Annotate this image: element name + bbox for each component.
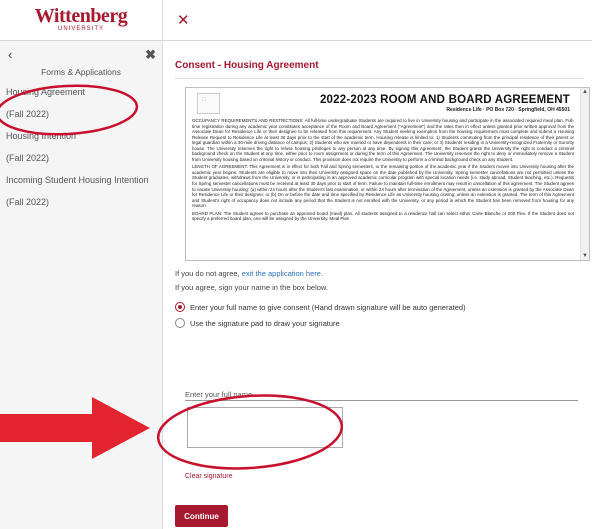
full-name-input[interactable] — [187, 407, 343, 448]
broken-image-icon: □ — [197, 93, 220, 114]
radio-button[interactable] — [175, 318, 185, 328]
continue-button[interactable]: Continue — [175, 505, 228, 527]
sidebar-item-housing-intention[interactable]: Housing Intention — [0, 125, 162, 147]
sidebar-items: Housing Agreement (Fall 2022) Housing In… — [0, 81, 162, 213]
agreement-subtitle: Residence Life · PO Box 720 · Springfiel… — [446, 107, 570, 113]
sidebar-heading: Forms & Applications — [41, 67, 121, 77]
scroll-up-icon[interactable]: ▲ — [582, 89, 588, 95]
sidebar-item-incoming-student-housing-intention[interactable]: Incoming Student Housing Intention — [0, 169, 162, 191]
clear-signature-link[interactable]: Clear signature — [185, 473, 232, 480]
agreement-paragraph: OCCUPANCY REQUIREMENTS AND RESTRICTIONS:… — [192, 118, 574, 162]
consent-option-signature-pad[interactable]: Use the signature pad to draw your signa… — [175, 317, 340, 329]
agreement-title: 2022-2023 ROOM AND BOARD AGREEMENT — [319, 94, 570, 106]
agreement-header: □ 2022-2023 ROOM AND BOARD AGREEMENT Res… — [192, 91, 574, 118]
page-title: Consent - Housing Agreement — [175, 60, 319, 71]
consent-option-typed-name[interactable]: Enter your full name to give consent (Ha… — [175, 301, 466, 313]
sidebar-header: ‹ ✖ Forms & Applications — [0, 41, 162, 81]
disagree-text: If you do not agree, — [175, 269, 242, 278]
logo[interactable]: Wittenberg UNIVERSITY — [0, 0, 162, 41]
scroll-down-icon[interactable]: ▼ — [582, 253, 588, 259]
logo-subtitle: UNIVERSITY — [57, 26, 104, 32]
sidebar-item-term[interactable]: (Fall 2022) — [0, 103, 162, 125]
sidebar-item-term[interactable]: (Fall 2022) — [0, 147, 162, 169]
radio-label: Use the signature pad to draw your signa… — [190, 318, 340, 328]
sidebar-item-term[interactable]: (Fall 2022) — [0, 191, 162, 213]
disagree-message: If you do not agree, exit the applicatio… — [175, 269, 323, 278]
close-icon[interactable]: ✖ — [145, 47, 156, 63]
agree-instructions: If you agree, sign your name in the box … — [175, 283, 329, 292]
exit-application-link[interactable]: exit the application here. — [242, 269, 323, 278]
top-bar: ✕ — [163, 0, 592, 41]
agreement-paragraph: LENGTH OF AGREEMENT: This Agreement is i… — [192, 164, 574, 209]
agreement-body: □ 2022-2023 ROOM AND BOARD AGREEMENT Res… — [186, 88, 580, 260]
agreement-paragraph: BOARD PLAN: The Student agrees to purcha… — [192, 210, 574, 222]
main-content: Consent - Housing Agreement □ 2022-2023 … — [163, 41, 592, 529]
full-name-label: Enter your full name — [185, 390, 253, 399]
chevron-left-icon[interactable]: ‹ — [8, 47, 12, 62]
title-divider — [175, 78, 584, 79]
sidebar-item-housing-agreement[interactable]: Housing Agreement — [0, 81, 162, 103]
agreement-document[interactable]: □ 2022-2023 ROOM AND BOARD AGREEMENT Res… — [185, 87, 590, 261]
close-icon[interactable]: ✕ — [177, 11, 190, 29]
sidebar: Wittenberg UNIVERSITY ‹ ✖ Forms & Applic… — [0, 0, 163, 529]
scrollbar[interactable]: ▲ ▼ — [580, 88, 589, 260]
radio-button-selected[interactable] — [175, 302, 185, 312]
logo-wordmark: Wittenberg — [34, 5, 128, 27]
field-divider — [185, 400, 578, 401]
radio-label: Enter your full name to give consent (Ha… — [190, 302, 466, 312]
